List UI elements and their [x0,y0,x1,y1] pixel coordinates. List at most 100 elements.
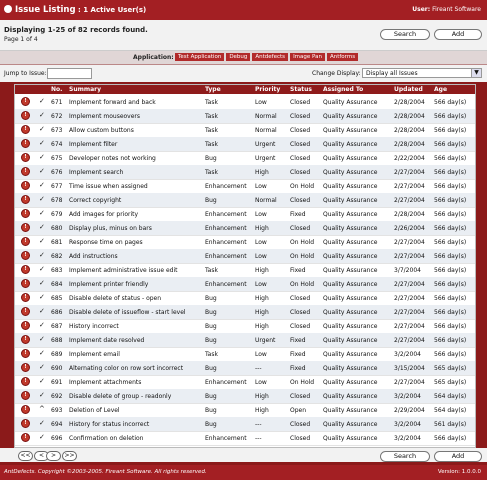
table-row[interactable]: ! ✓ 696 Confirmation on deletion Enhancement… [15,431,475,446]
bug-icon[interactable]: ! [21,279,30,288]
cell-summary[interactable]: Add instructions [69,253,118,260]
header-status[interactable]: Status [290,86,312,93]
cell-no[interactable]: 690 [51,365,62,372]
cell-no[interactable]: 688 [51,337,62,344]
table-row[interactable]: ! ✓ 676 Implement search Task High Closed Quali… [15,165,475,180]
header-priority[interactable]: Priority [255,86,280,93]
bug-icon[interactable]: ! [21,293,30,302]
last-page-button[interactable]: >> [62,451,77,461]
bug-icon[interactable]: ! [21,111,30,120]
table-row[interactable]: ! ✓ 683 Implement administrative issue edit… [15,263,475,278]
cell-no[interactable]: 696 [51,435,62,442]
cell-no[interactable]: 684 [51,281,62,288]
tab-debug[interactable]: Debug [226,53,251,61]
bug-icon[interactable]: ! [21,419,30,428]
table-row[interactable]: ! ✓ 675 Developer notes not working Bug Urgen… [15,151,475,166]
table-row[interactable]: ! ✓ 679 Add images for priority Enhancement L… [15,207,475,222]
cell-summary[interactable]: Confirmation on deletion [69,435,143,442]
cell-summary[interactable]: Implement email [69,351,120,358]
table-row[interactable]: ! ✓ 692 Disable delete of group - readonly B… [15,389,475,404]
bug-icon[interactable]: ! [21,377,30,386]
cell-summary[interactable]: Allow custom buttons [69,127,134,134]
cell-summary[interactable]: Alternating color on row sort incorrect [69,365,183,372]
bug-icon[interactable]: ! [21,125,30,134]
table-row[interactable]: ! ✓ 671 Implement forward and back Task Low Cl… [15,95,475,110]
table-row[interactable]: ! ✓ 678 Correct copyright Bug Normal Closed Qua… [15,193,475,208]
cell-no[interactable]: 683 [51,267,62,274]
cell-summary[interactable]: Disable delete of issueflow - start leve… [69,309,186,316]
cell-summary[interactable]: Deletion of Level [69,407,120,414]
bug-icon[interactable]: ! [21,391,30,400]
cell-summary[interactable]: Correct copyright [69,197,121,204]
tab-test-application[interactable]: Test Application [175,53,225,61]
header-summary[interactable]: Summary [69,86,101,93]
bug-icon[interactable]: ! [21,335,30,344]
cell-no[interactable]: 679 [51,211,62,218]
table-row[interactable]: ! ✓ 673 Allow custom buttons Task Normal Close… [15,123,475,138]
cell-summary[interactable]: Implement search [69,169,123,176]
cell-no[interactable]: 673 [51,127,62,134]
tab-antdefects[interactable]: Antdefects [252,53,289,61]
cell-summary[interactable]: Display plus, minus on bars [69,225,152,232]
cell-summary[interactable]: Add images for priority [69,211,138,218]
cell-no[interactable]: 682 [51,253,62,260]
tab-image-pan[interactable]: Image Pan [290,53,325,61]
table-row[interactable]: ! ✓ 672 Implement mouseovers Task Normal Close… [15,109,475,124]
cell-summary[interactable]: Implement attachments [69,379,141,386]
bug-icon[interactable]: ! [21,265,30,274]
tab-antforms[interactable]: Antforms [326,53,359,61]
cell-no[interactable]: 678 [51,197,62,204]
table-row[interactable]: ! ✓ 674 Implement filter Task Urgent Closed Qua… [15,137,475,152]
cell-summary[interactable]: Implement date resolved [69,337,144,344]
table-row[interactable]: ! ^ 693 Deletion of Level Bug High Open Quality… [15,403,475,418]
bug-icon[interactable]: ! [21,433,30,442]
cell-summary[interactable]: Implement filter [69,141,117,148]
cell-summary[interactable]: History incorrect [69,323,119,330]
display-select[interactable]: Display all Issues ▼ [362,68,482,78]
table-row[interactable]: ! ✓ 691 Implement attachments Enhancement Low… [15,375,475,390]
header-updated[interactable]: Updated [394,86,423,93]
cell-no[interactable]: 694 [51,421,62,428]
cell-no[interactable]: 675 [51,155,62,162]
cell-summary[interactable]: Response time on pages [69,239,143,246]
cell-summary[interactable]: History for status incorrect [69,421,149,428]
cell-no[interactable]: 693 [51,407,62,414]
cell-summary[interactable]: Time issue when assigned [69,183,148,190]
table-row[interactable]: ! ✓ 688 Implement date resolved Bug Urgent Fix… [15,333,475,348]
table-row[interactable]: ! ✓ 677 Time issue when assigned Enhancement… [15,179,475,194]
cell-no[interactable]: 677 [51,183,62,190]
search-button-top[interactable]: Search [380,29,430,40]
chevron-down-icon[interactable]: ▼ [471,69,481,77]
add-button-bottom[interactable]: Add [434,451,482,462]
bug-icon[interactable]: ! [21,209,30,218]
search-button-bottom[interactable]: Search [380,451,430,462]
cell-summary[interactable]: Implement printer friendly [69,281,148,288]
cell-summary[interactable]: Disable delete of group - readonly [69,393,171,400]
cell-no[interactable]: 672 [51,113,62,120]
first-page-button[interactable]: << [18,451,33,461]
table-row[interactable]: ! ✓ 686 Disable delete of issueflow - start… [15,305,475,320]
next-page-button[interactable]: > [46,451,61,461]
bug-icon[interactable]: ! [21,363,30,372]
jump-to-issue-input[interactable] [47,68,92,79]
cell-no[interactable]: 681 [51,239,62,246]
cell-no[interactable]: 686 [51,309,62,316]
table-row[interactable]: ! ✓ 690 Alternating color on row sort incor… [15,361,475,376]
cell-summary[interactable]: Implement mouseovers [69,113,140,120]
table-row[interactable]: ! ✓ 689 Implement email Task Low Fixed Quality … [15,347,475,362]
bug-icon[interactable]: ! [21,139,30,148]
add-button-top[interactable]: Add [434,29,482,40]
table-row[interactable]: ! ✓ 685 Disable delete of status - open Bug H… [15,291,475,306]
table-row[interactable]: ! ✓ 687 History incorrect Bug High Closed Quali… [15,319,475,334]
cell-summary[interactable]: Implement forward and back [69,99,156,106]
bug-icon[interactable]: ! [21,349,30,358]
table-row[interactable]: ! ✓ 681 Response time on pages Enhancement Lo… [15,235,475,250]
table-row[interactable]: ! ✓ 684 Implement printer friendly Enhanceme… [15,277,475,292]
header-assigned[interactable]: Assigned To [323,86,363,93]
table-row[interactable]: ! ✓ 682 Add instructions Enhancement Low On Ho… [15,249,475,264]
cell-no[interactable]: 689 [51,351,62,358]
bug-icon[interactable]: ! [21,97,30,106]
bug-icon[interactable]: ! [21,167,30,176]
table-row[interactable]: ! ✓ 694 History for status incorrect Bug --- C… [15,417,475,432]
table-row[interactable]: ! ✓ 680 Display plus, minus on bars Enhancem… [15,221,475,236]
